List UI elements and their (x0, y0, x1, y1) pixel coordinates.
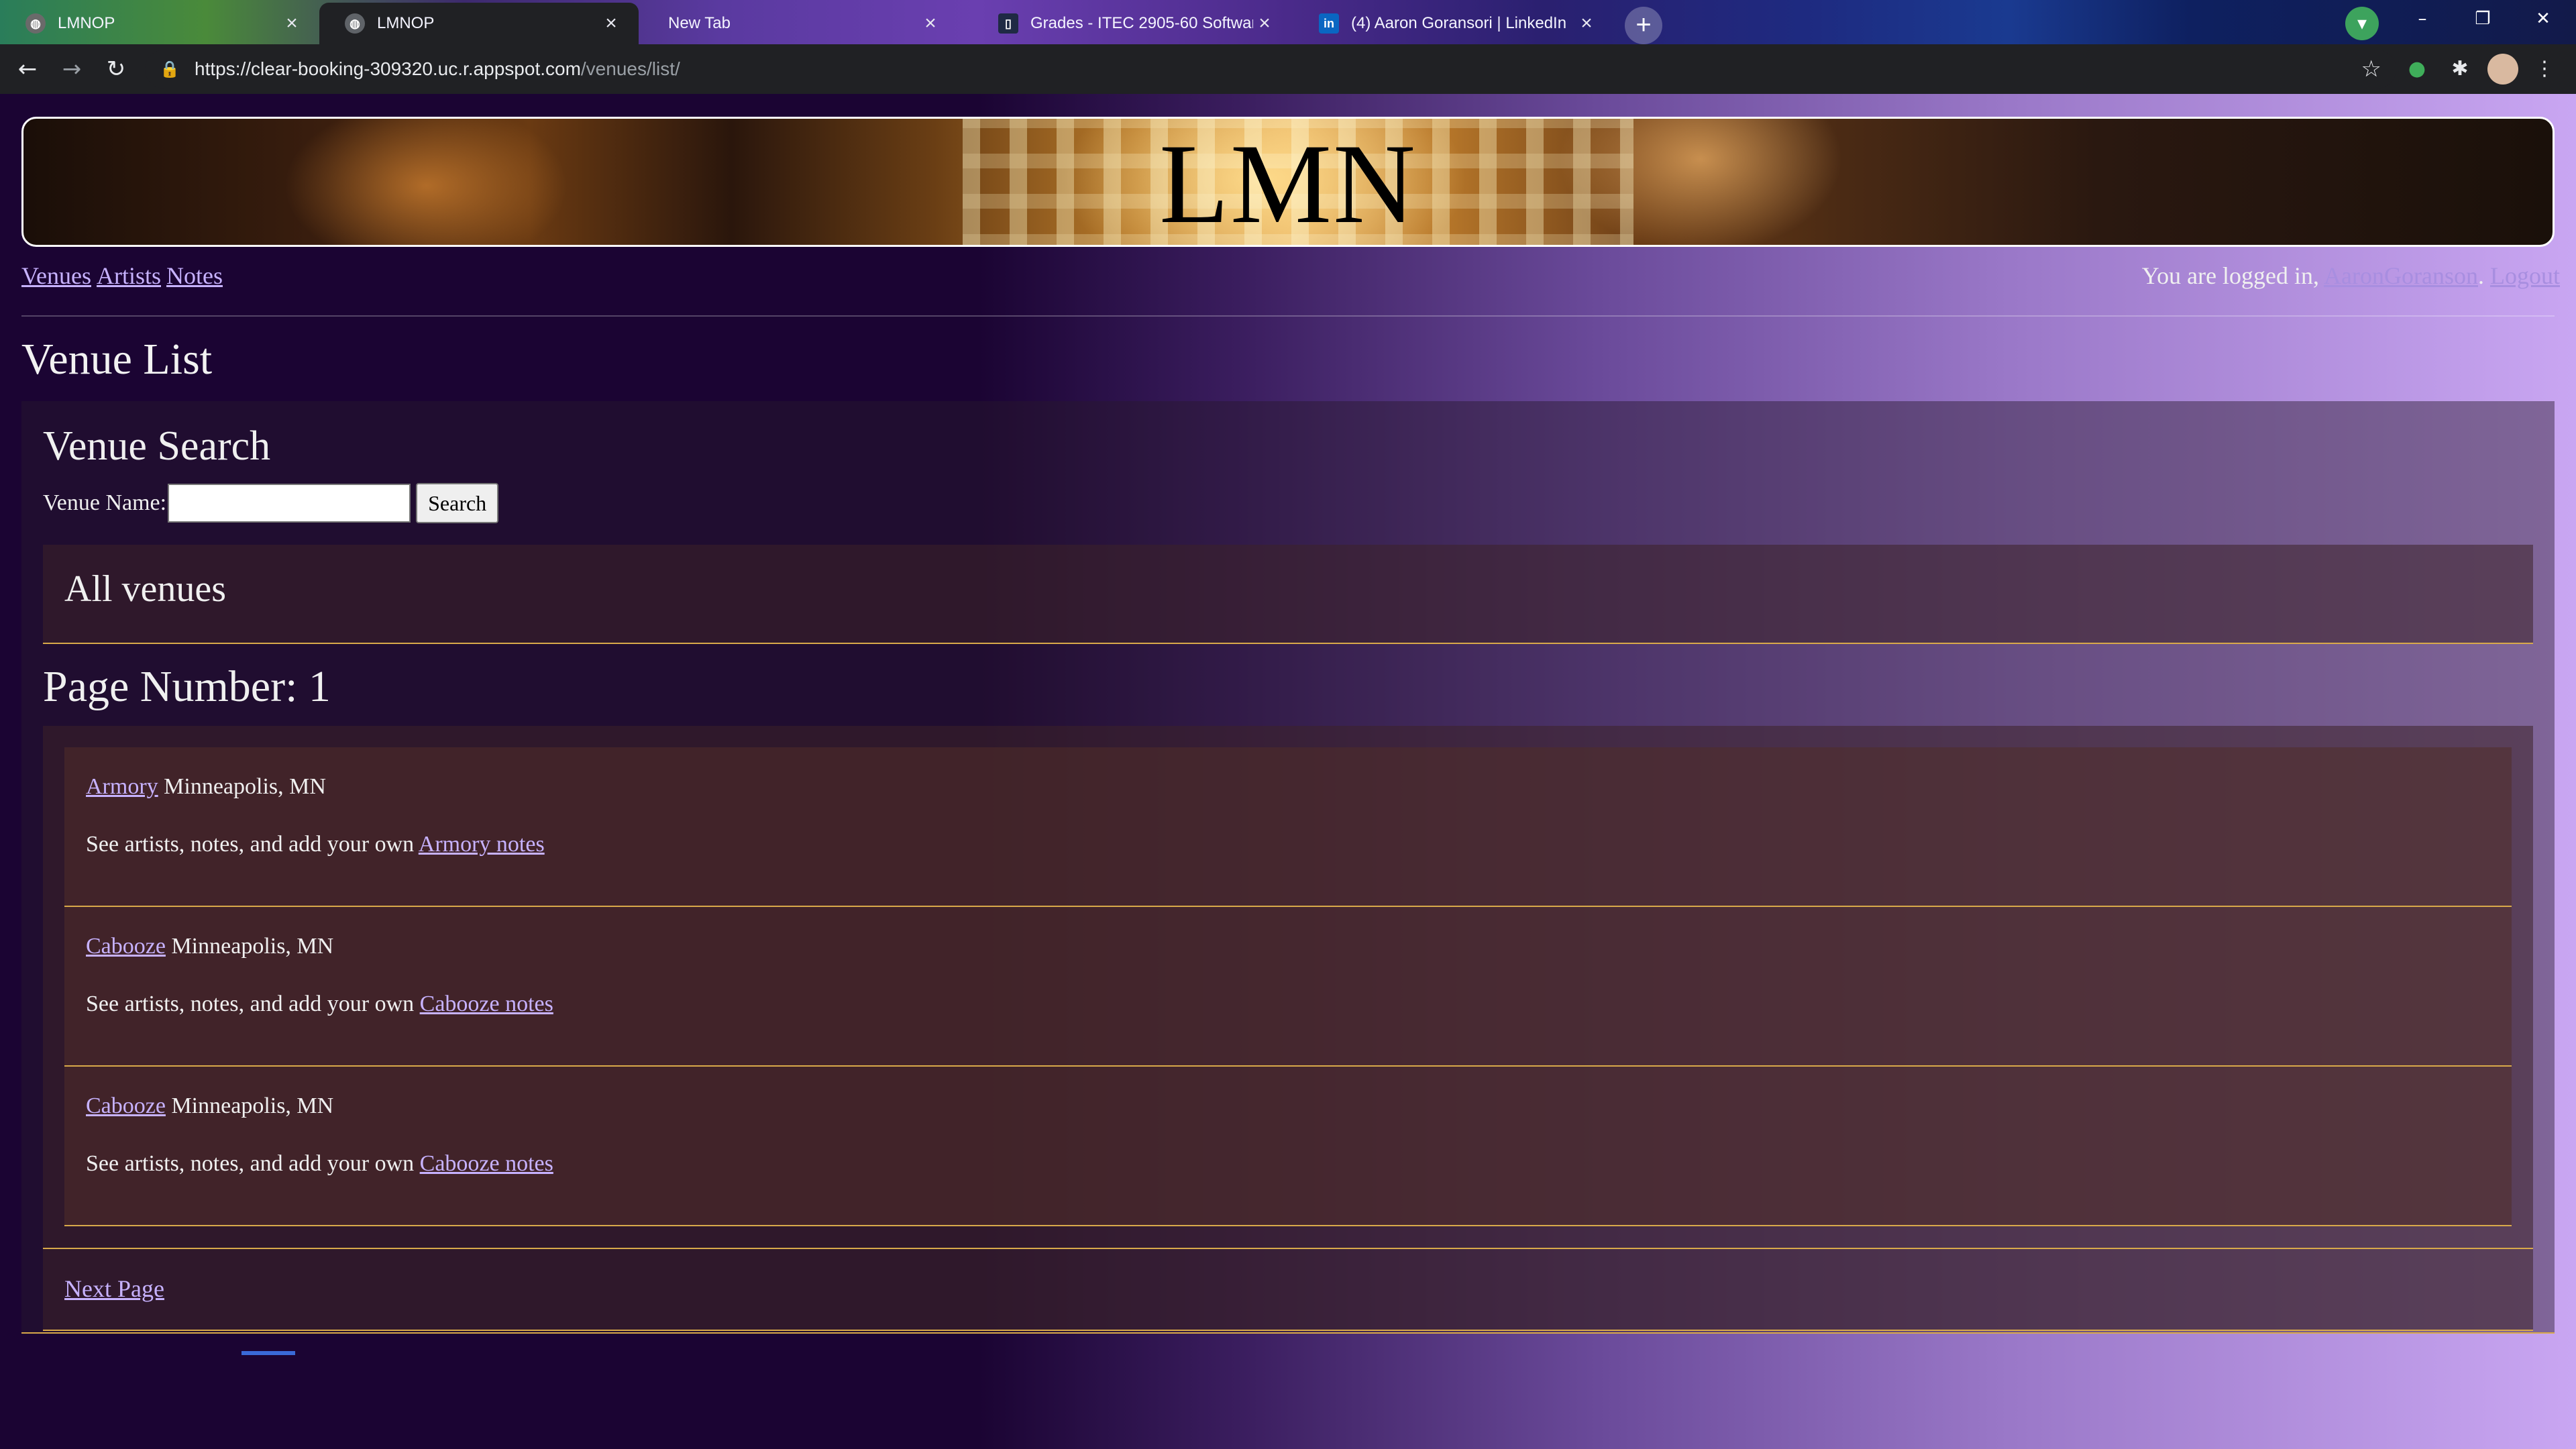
list-item: Armory Minneapolis, MN See artists, note… (64, 747, 2512, 907)
close-icon[interactable]: × (600, 12, 623, 35)
nav-venues-link[interactable]: Venues (21, 262, 91, 289)
venue-name-link[interactable]: Armory (86, 774, 158, 799)
venue-name-input[interactable] (168, 484, 411, 523)
menu-kebab-icon[interactable]: ⋮ (2529, 54, 2560, 85)
logout-link[interactable]: Logout (2490, 262, 2560, 289)
search-heading: Venue Search (43, 423, 271, 469)
site-nav: Venues Artists Notes (21, 262, 228, 290)
lock-icon[interactable]: 🔒 (160, 60, 180, 78)
avatar[interactable] (2487, 54, 2518, 85)
venue-list: Armory Minneapolis, MN See artists, note… (43, 726, 2533, 1248)
login-separator: . (2478, 262, 2490, 289)
globe-icon: ◍ (25, 13, 46, 34)
login-prefix: You are logged in, (2141, 262, 2324, 289)
minimize-icon[interactable]: – (2392, 0, 2453, 40)
search-button[interactable]: Search (416, 483, 499, 523)
next-page-link[interactable]: Next Page (64, 1275, 164, 1303)
address-bar[interactable]: 🔒 https://clear-booking-309320.uc.r.apps… (145, 50, 2396, 89)
venue-description: See artists, notes, and add your own (86, 1151, 420, 1176)
nav-artists-link[interactable]: Artists (97, 262, 161, 289)
all-venues-heading: All venues (64, 568, 227, 610)
page-viewport: LMN Venues Artists Notes You are logged in… (0, 94, 2576, 1449)
nav-notes-link[interactable]: Notes (166, 262, 223, 289)
browser-toolbar: ← → ↻ 🔒 https://clear-booking-309320.uc.… (0, 44, 2576, 94)
download-icon[interactable]: ▾ (2345, 7, 2379, 40)
pagination: Next Page (43, 1248, 2533, 1331)
tab-title: Grades - ITEC 2905-60 Software (1030, 14, 1253, 32)
close-icon[interactable]: × (919, 12, 942, 35)
page-title: Venue List (21, 335, 213, 384)
venue-name-label: Venue Name: (43, 490, 167, 515)
new-tab-button[interactable]: + (1625, 7, 1662, 44)
tab-lmnop-1[interactable]: ◍ LMNOP × (0, 3, 319, 44)
close-window-icon[interactable]: ✕ (2513, 0, 2573, 40)
venue-location: Minneapolis, MN (171, 934, 334, 959)
restore-icon[interactable]: ❐ (2453, 0, 2513, 40)
extensions-puzzle-icon[interactable]: ✱ (2445, 54, 2475, 85)
all-venues-header: All venues (43, 545, 2533, 644)
venue-notes-link[interactable]: Cabooze notes (420, 991, 553, 1016)
close-icon[interactable]: × (280, 12, 303, 35)
list-item: Cabooze Minneapolis, MN See artists, not… (64, 1067, 2512, 1226)
venue-notes-link[interactable]: Armory notes (419, 832, 545, 857)
url-path: /venues/list/ (580, 58, 680, 79)
bookmark-star-icon[interactable]: ☆ (2361, 56, 2381, 83)
login-status: You are logged in, AaronGoranson. Logout (2142, 262, 2560, 290)
forward-icon[interactable]: → (54, 51, 90, 87)
reload-icon[interactable]: ↻ (98, 51, 134, 87)
venue-location: Minneapolis, MN (171, 1093, 334, 1118)
url-host: https://clear-booking-309320.uc.r.appspo… (195, 58, 581, 79)
list-item: Cabooze Minneapolis, MN See artists, not… (64, 907, 2512, 1067)
tab-title: New Tab (668, 14, 731, 32)
site-banner: LMN (21, 117, 2555, 247)
tab-title: LMNOP (58, 14, 115, 32)
tab-new-tab[interactable]: New Tab × (639, 3, 958, 44)
close-icon[interactable]: × (1575, 12, 1598, 35)
globe-icon: ◍ (345, 13, 365, 34)
venue-name-link[interactable]: Cabooze (86, 934, 166, 959)
venue-location: Minneapolis, MN (164, 774, 326, 799)
venue-search-section: Venue Search Venue Name: Search All venu… (21, 401, 2555, 1334)
venue-description: See artists, notes, and add your own (86, 832, 419, 857)
tab-lmnop-2[interactable]: ◍ LMNOP × (319, 3, 639, 44)
d2l-icon: ▯ (998, 13, 1018, 34)
search-form: Venue Name: Search (43, 483, 499, 523)
browser-tab-strip: ◍ LMNOP × ◍ LMNOP × New Tab × ▯ Grades -… (0, 0, 2576, 44)
footer-divider (21, 1332, 2555, 1334)
back-icon[interactable]: ← (9, 51, 46, 87)
grammarly-icon[interactable]: ● (2402, 54, 2432, 85)
tab-grades[interactable]: ▯ Grades - ITEC 2905-60 Software × (973, 3, 1292, 44)
venue-description: See artists, notes, and add your own (86, 991, 420, 1016)
close-icon[interactable]: × (1253, 12, 1276, 35)
nav-divider (21, 315, 2555, 317)
venue-name-link[interactable]: Cabooze (86, 1093, 166, 1118)
venue-notes-link[interactable]: Cabooze notes (420, 1151, 553, 1176)
tab-title: (4) Aaron Goransori | LinkedIn (1351, 14, 1567, 32)
taskbar-indicator (241, 1351, 295, 1355)
page-number: Page Number: 1 (43, 662, 331, 711)
username-link[interactable]: AaronGoranson (2324, 262, 2478, 289)
tab-linkedin[interactable]: in (4) Aaron Goransori | LinkedIn × (1293, 3, 1614, 44)
linkedin-icon: in (1319, 13, 1339, 34)
banner-title: LMN (1159, 121, 1417, 247)
tab-title: LMNOP (377, 14, 435, 32)
